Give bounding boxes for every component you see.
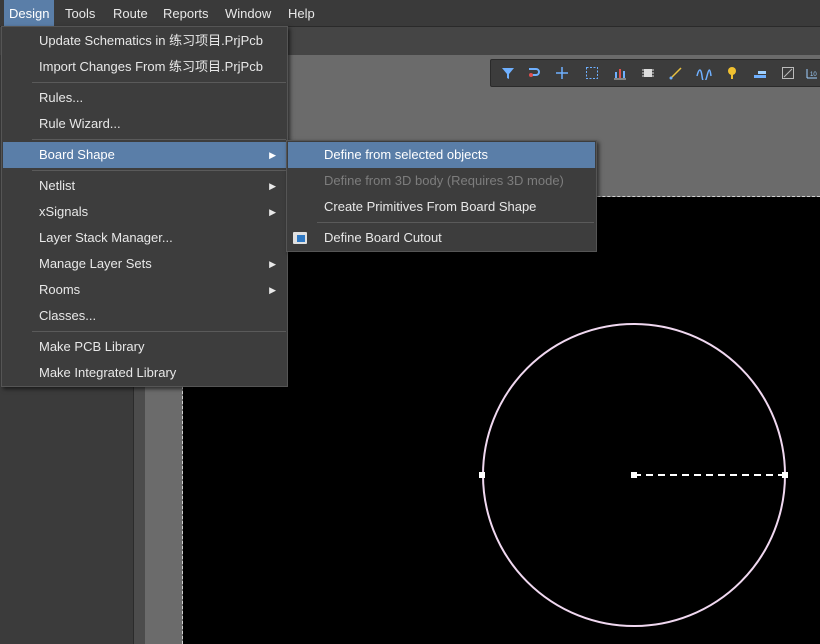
- menu-help-label: Help: [288, 6, 315, 21]
- menu-item-classes[interactable]: Classes...: [3, 303, 286, 329]
- menu-item-label: Classes...: [39, 308, 97, 323]
- layer-icon[interactable]: [751, 64, 769, 82]
- menu-reports[interactable]: Reports: [158, 0, 214, 26]
- wave-icon[interactable]: [695, 64, 713, 82]
- board-cutout-icon: [293, 232, 307, 244]
- menu-reports-label: Reports: [163, 6, 209, 21]
- menu-item-label: Define Board Cutout: [324, 230, 442, 245]
- dimension-icon[interactable]: 10: [803, 64, 820, 82]
- menu-item-label: Board Shape: [39, 147, 115, 162]
- menu-item-label: Define from 3D body (Requires 3D mode): [324, 173, 564, 188]
- menu-tools-label: Tools: [65, 6, 96, 21]
- menu-item-label: Manage Layer Sets: [39, 256, 152, 271]
- menu-item-label: Rooms: [39, 282, 81, 297]
- component-icon[interactable]: [639, 64, 657, 82]
- menu-item-layer-stack-manager[interactable]: Layer Stack Manager...: [3, 225, 286, 251]
- submenu-item-create-primitives[interactable]: Create Primitives From Board Shape: [288, 194, 595, 220]
- menu-item-label: Import Changes From 练习项目.PrjPcb: [39, 59, 263, 74]
- menu-item-rules[interactable]: Rules...: [3, 85, 286, 111]
- active-bar-toolbar: 10: [490, 59, 820, 87]
- menu-item-label: Create Primitives From Board Shape: [324, 199, 537, 214]
- svg-text:10: 10: [810, 72, 817, 78]
- menu-item-label: Rule Wizard...: [39, 116, 121, 131]
- submenu-arrow-icon: ▶: [269, 207, 276, 217]
- menu-item-update-schematics[interactable]: Update Schematics in 练习项目.PrjPcb: [3, 28, 286, 54]
- submenu-arrow-icon: ▶: [269, 150, 276, 160]
- menu-item-label: Update Schematics in 练习项目.PrjPcb: [39, 33, 263, 48]
- crosshair-icon[interactable]: [553, 64, 571, 82]
- probe-icon[interactable]: [723, 64, 741, 82]
- submenu-arrow-icon: ▶: [269, 259, 276, 269]
- measure-icon[interactable]: [779, 64, 797, 82]
- menu-separator: [32, 139, 286, 140]
- menu-item-board-shape[interactable]: Board Shape ▶: [3, 142, 286, 168]
- menu-item-label: Make Integrated Library: [39, 365, 177, 380]
- menu-design[interactable]: Design: [4, 0, 55, 26]
- submenu-item-define-board-cutout[interactable]: Define Board Cutout: [288, 225, 595, 251]
- menu-item-rooms[interactable]: Rooms ▶: [3, 277, 286, 303]
- menu-item-label: Define from selected objects: [324, 147, 489, 162]
- menu-item-manage-layer-sets[interactable]: Manage Layer Sets ▶: [3, 251, 286, 277]
- select-rect-icon[interactable]: [583, 64, 601, 82]
- menu-tools[interactable]: Tools: [60, 0, 100, 26]
- menu-route-label: Route: [113, 6, 148, 21]
- menu-route[interactable]: Route: [108, 0, 153, 26]
- menu-window[interactable]: Window: [220, 0, 276, 26]
- menu-separator: [32, 170, 286, 171]
- menu-item-make-integrated-library[interactable]: Make Integrated Library: [3, 360, 286, 386]
- chart-icon[interactable]: [611, 64, 629, 82]
- menu-item-netlist[interactable]: Netlist ▶: [3, 173, 286, 199]
- menu-separator: [32, 331, 286, 332]
- filter-icon[interactable]: [499, 64, 517, 82]
- menu-separator: [32, 82, 286, 83]
- submenu-arrow-icon: ▶: [269, 285, 276, 295]
- menu-item-label: Make PCB Library: [39, 339, 145, 354]
- submenu-arrow-icon: ▶: [269, 181, 276, 191]
- menu-window-label: Window: [225, 6, 272, 21]
- board-shape-submenu: Define from selected objects Define from…: [286, 140, 597, 252]
- menu-item-label: Rules...: [39, 90, 84, 105]
- menu-item-label: xSignals: [39, 204, 89, 219]
- menu-item-label: Netlist: [39, 178, 76, 193]
- menu-design-label: Design: [9, 6, 50, 21]
- menu-item-label: Layer Stack Manager...: [39, 230, 173, 245]
- submenu-item-define-from-selected[interactable]: Define from selected objects: [288, 142, 595, 168]
- submenu-item-define-from-3d-body: Define from 3D body (Requires 3D mode): [288, 168, 595, 194]
- menu-item-rule-wizard[interactable]: Rule Wizard...: [3, 111, 286, 137]
- menu-item-xsignals[interactable]: xSignals ▶: [3, 199, 286, 225]
- menu-item-make-pcb-library[interactable]: Make PCB Library: [3, 334, 286, 360]
- menu-bar: Design Tools Route Reports Window Help: [0, 0, 820, 27]
- route-wire-icon[interactable]: [667, 64, 685, 82]
- menu-help[interactable]: Help: [283, 0, 320, 26]
- menu-separator: [317, 222, 594, 223]
- menu-item-import-changes[interactable]: Import Changes From 练习项目.PrjPcb: [3, 54, 286, 80]
- design-menu: Update Schematics in 练习项目.PrjPcb Import …: [1, 26, 288, 387]
- route-icon[interactable]: [525, 64, 543, 82]
